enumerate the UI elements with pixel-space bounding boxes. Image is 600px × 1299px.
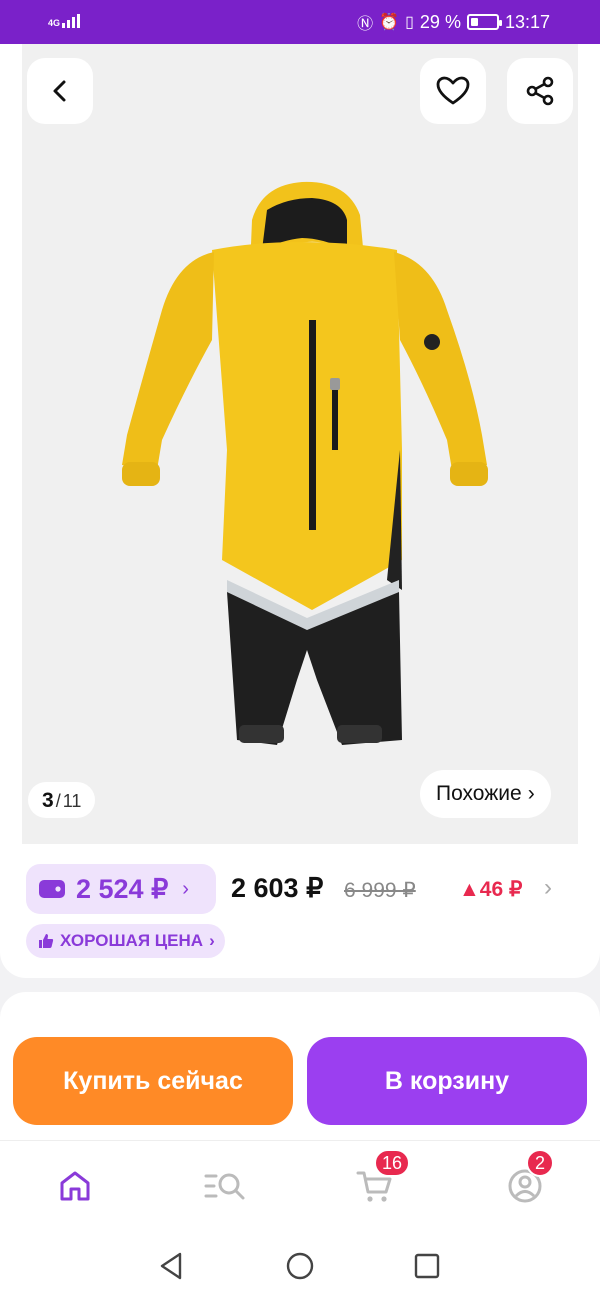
tab-catalog[interactable] [200, 1163, 250, 1209]
catalog-search-icon [204, 1173, 245, 1200]
chevron-right-icon: › [544, 874, 552, 901]
nfc-icon: Ⓝ [357, 16, 374, 33]
image-counter-total: 11 [62, 791, 82, 811]
back-icon [53, 80, 66, 102]
wallet-price: 2 524 ₽ [76, 873, 169, 904]
tab-home[interactable] [50, 1163, 100, 1209]
network-type: 4G [48, 18, 61, 28]
system-recents-button[interactable] [409, 1248, 445, 1284]
status-bar: 4G Ⓝ ⏰ ▯ 29 % 13:17 [0, 0, 600, 44]
tab-cart[interactable]: 16 [350, 1149, 411, 1209]
product-card: 3 / 11 Похожие › 2 524 ₽ › 2 603 ₽ 6 999… [0, 44, 600, 978]
chevron-right-icon: › [527, 782, 535, 805]
wallet-icon [39, 880, 65, 898]
tab-profile[interactable]: 2 [500, 1149, 554, 1209]
add-to-cart-button[interactable]: В корзину [307, 1037, 587, 1125]
system-nav-bar [0, 1230, 600, 1299]
battery-percent: 29 % [419, 11, 461, 32]
share-icon [526, 76, 554, 106]
similar-button[interactable]: Похожие › [420, 770, 551, 818]
signal-indicator: 4G [48, 12, 81, 28]
favorite-button[interactable] [420, 58, 486, 124]
product-image [122, 181, 488, 745]
home-icon [60, 1171, 90, 1201]
wallet-price-pill[interactable]: 2 524 ₽ › [26, 864, 216, 914]
price-row[interactable]: 2 524 ₽ › 2 603 ₽ 6 999 ₽ ▲46 ₽ › [26, 864, 586, 914]
signal-icon [62, 12, 81, 28]
good-price-label: ХОРОШАЯ ЦЕНА [60, 931, 204, 950]
current-price: 2 603 ₽ [231, 873, 324, 903]
image-counter-current: 3 [42, 789, 54, 812]
back-button[interactable] [27, 58, 93, 124]
profile-notification-badge: 2 [526, 1149, 554, 1177]
chevron-right-icon: › [182, 877, 189, 900]
image-counter: 3 / 11 [28, 782, 96, 818]
alarm-icon: ⏰ [379, 14, 400, 31]
similar-label: Похожие [436, 782, 522, 805]
triangle-back-icon [160, 1252, 182, 1280]
square-recents-icon [414, 1253, 440, 1279]
battery-icon [466, 14, 502, 30]
clock: 13:17 [504, 11, 550, 32]
product-gallery[interactable]: 3 / 11 Похожие › [22, 44, 578, 844]
share-button[interactable] [507, 58, 573, 124]
buy-now-button[interactable]: Купить сейчас [13, 1037, 293, 1125]
old-price: 6 999 ₽ [344, 879, 416, 902]
system-home-button[interactable] [282, 1248, 318, 1284]
circle-home-icon [286, 1252, 314, 1280]
good-price-badge[interactable]: ХОРОШАЯ ЦЕНА › [26, 924, 225, 958]
bottom-tab-bar: 16 2 [0, 1140, 600, 1230]
thumbs-up-icon [39, 934, 54, 948]
cart-count-badge: 16 [374, 1149, 411, 1177]
chevron-right-icon: › [209, 931, 215, 950]
vibrate-icon: ▯ [405, 14, 414, 31]
price-delta: ▲46 ₽ [459, 878, 523, 901]
heart-icon [436, 76, 470, 105]
system-back-button[interactable] [153, 1248, 189, 1284]
